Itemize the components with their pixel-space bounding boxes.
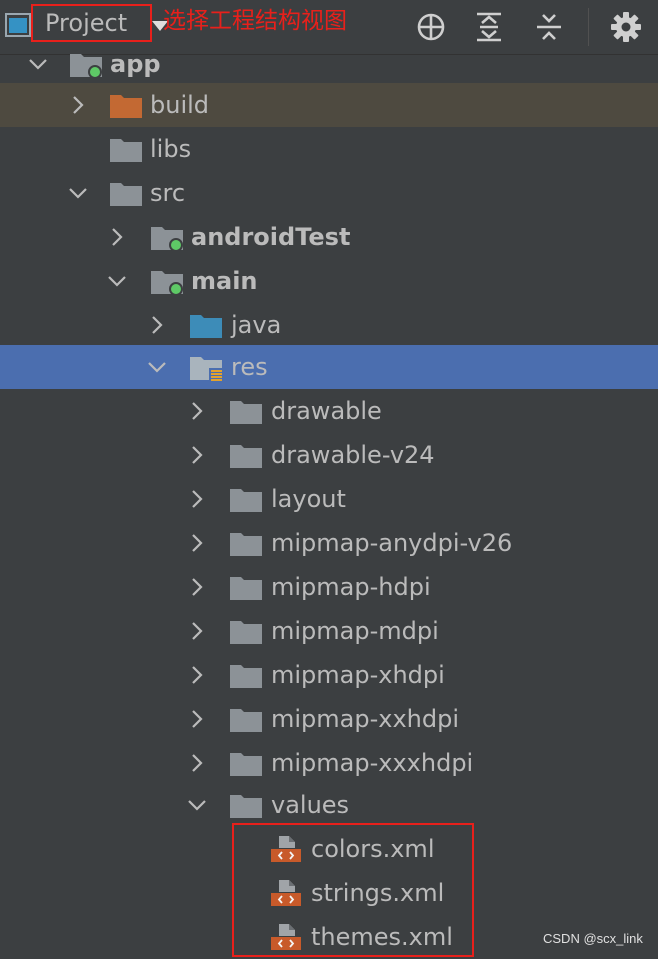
watermark: CSDN @scx_link xyxy=(543,931,643,946)
tree-label-layout: layout xyxy=(271,485,346,513)
folder-icon xyxy=(229,529,263,557)
folder-icon xyxy=(229,705,263,733)
tree-label-src: src xyxy=(150,179,186,207)
annotation-text: 选择工程结构视图 xyxy=(163,8,347,34)
collapse-all-icon[interactable] xyxy=(532,10,566,44)
module-folder-icon xyxy=(150,267,184,295)
tree-label-libs: libs xyxy=(150,135,192,163)
tree-label-mipmap-xhdpi: mipmap-xhdpi xyxy=(271,661,445,689)
xml-file-icon xyxy=(269,835,303,863)
tree-label-themes-xml: themes.xml xyxy=(311,923,453,951)
tree-label-mipmap-xxhdpi: mipmap-xxhdpi xyxy=(271,705,460,733)
chevron-down-icon[interactable] xyxy=(27,52,49,76)
folder-icon xyxy=(109,135,143,163)
module-folder-icon xyxy=(69,50,103,78)
tree-row-mipmap-xhdpi[interactable]: mipmap-xhdpi xyxy=(0,653,658,697)
chevron-right-icon[interactable] xyxy=(186,399,208,423)
tree-row-mipmap-anydpi-v26[interactable]: mipmap-anydpi-v26 xyxy=(0,521,658,565)
locate-icon[interactable] xyxy=(414,10,448,44)
tree-label-res: res xyxy=(231,353,268,381)
chevron-down-icon[interactable] xyxy=(186,793,208,817)
chevron-down-icon[interactable] xyxy=(106,269,128,293)
tree-row-main[interactable]: main xyxy=(0,259,658,303)
chevron-right-icon[interactable] xyxy=(186,443,208,467)
tree-label-mipmap-xxxhdpi: mipmap-xxxhdpi xyxy=(271,749,474,777)
chevron-right-icon[interactable] xyxy=(186,575,208,599)
source-folder-icon xyxy=(189,311,223,339)
tree-row-mipmap-xxhdpi[interactable]: mipmap-xxhdpi xyxy=(0,697,658,741)
tree-label-java: java xyxy=(231,311,282,339)
tree-label-main: main xyxy=(191,267,258,295)
tree-row-strings-xml[interactable]: strings.xml xyxy=(0,871,658,915)
tree-label-androidtest: androidTest xyxy=(191,223,351,251)
tree-label-colors-xml: colors.xml xyxy=(311,835,435,863)
project-view-icon xyxy=(5,13,31,37)
chevron-right-icon[interactable] xyxy=(186,707,208,731)
folder-icon xyxy=(229,485,263,513)
folder-icon xyxy=(109,179,143,207)
tree-row-src[interactable]: src xyxy=(0,171,658,215)
chevron-right-icon[interactable] xyxy=(186,751,208,775)
tree-row-drawable-v24[interactable]: drawable-v24 xyxy=(0,433,658,477)
chevron-right-icon[interactable] xyxy=(186,487,208,511)
chevron-right-icon[interactable] xyxy=(186,619,208,643)
tree-row-res[interactable]: res xyxy=(0,345,658,389)
chevron-right-icon[interactable] xyxy=(186,531,208,555)
gear-icon[interactable] xyxy=(609,10,643,44)
module-folder-icon xyxy=(150,223,184,251)
chevron-right-icon[interactable] xyxy=(146,313,168,337)
tree-label-drawable-v24: drawable-v24 xyxy=(271,441,435,469)
tree-label-drawable: drawable xyxy=(271,397,382,425)
folder-icon xyxy=(229,749,263,777)
tree-row-java[interactable]: java xyxy=(0,303,658,347)
chevron-right-icon[interactable] xyxy=(186,663,208,687)
folder-icon xyxy=(229,661,263,689)
tree-label-app: app xyxy=(110,50,161,78)
tree-row-values[interactable]: values xyxy=(0,783,658,827)
tree-row-androidtest[interactable]: androidTest xyxy=(0,215,658,259)
chevron-right-icon[interactable] xyxy=(67,93,89,117)
tree-label-values: values xyxy=(271,791,350,819)
chevron-down-icon[interactable] xyxy=(146,355,168,379)
chevron-right-icon[interactable] xyxy=(106,225,128,249)
excluded-folder-icon xyxy=(109,91,143,119)
toolbar-divider xyxy=(588,8,589,46)
tree-row-build[interactable]: build xyxy=(0,83,658,127)
tree-label-mipmap-mdpi: mipmap-mdpi xyxy=(271,617,439,645)
tree-row-layout[interactable]: layout xyxy=(0,477,658,521)
tree-row-colors-xml[interactable]: colors.xml xyxy=(0,827,658,871)
chevron-down-icon[interactable] xyxy=(67,181,89,205)
folder-icon xyxy=(229,617,263,645)
tree-row-app[interactable]: app xyxy=(0,42,658,86)
expand-all-icon[interactable] xyxy=(472,10,506,44)
tree-row-mipmap-xxxhdpi[interactable]: mipmap-xxxhdpi xyxy=(0,741,658,785)
folder-icon xyxy=(229,397,263,425)
folder-icon xyxy=(229,441,263,469)
tree-label-mipmap-hdpi: mipmap-hdpi xyxy=(271,573,431,601)
tree-row-libs[interactable]: libs xyxy=(0,127,658,171)
project-tree[interactable]: app build libs src androidTest main java… xyxy=(0,42,658,957)
project-view-dropdown[interactable]: Project xyxy=(31,4,152,42)
tree-label-strings-xml: strings.xml xyxy=(311,879,445,907)
tree-label-mipmap-anydpi-v26: mipmap-anydpi-v26 xyxy=(271,529,513,557)
tree-row-mipmap-hdpi[interactable]: mipmap-hdpi xyxy=(0,565,658,609)
xml-file-icon xyxy=(269,923,303,951)
tree-row-mipmap-mdpi[interactable]: mipmap-mdpi xyxy=(0,609,658,653)
xml-file-icon xyxy=(269,879,303,907)
tree-label-build: build xyxy=(150,91,210,119)
tree-row-drawable[interactable]: drawable xyxy=(0,389,658,433)
folder-icon xyxy=(229,791,263,819)
resource-folder-icon xyxy=(189,353,222,381)
folder-icon xyxy=(229,573,263,601)
